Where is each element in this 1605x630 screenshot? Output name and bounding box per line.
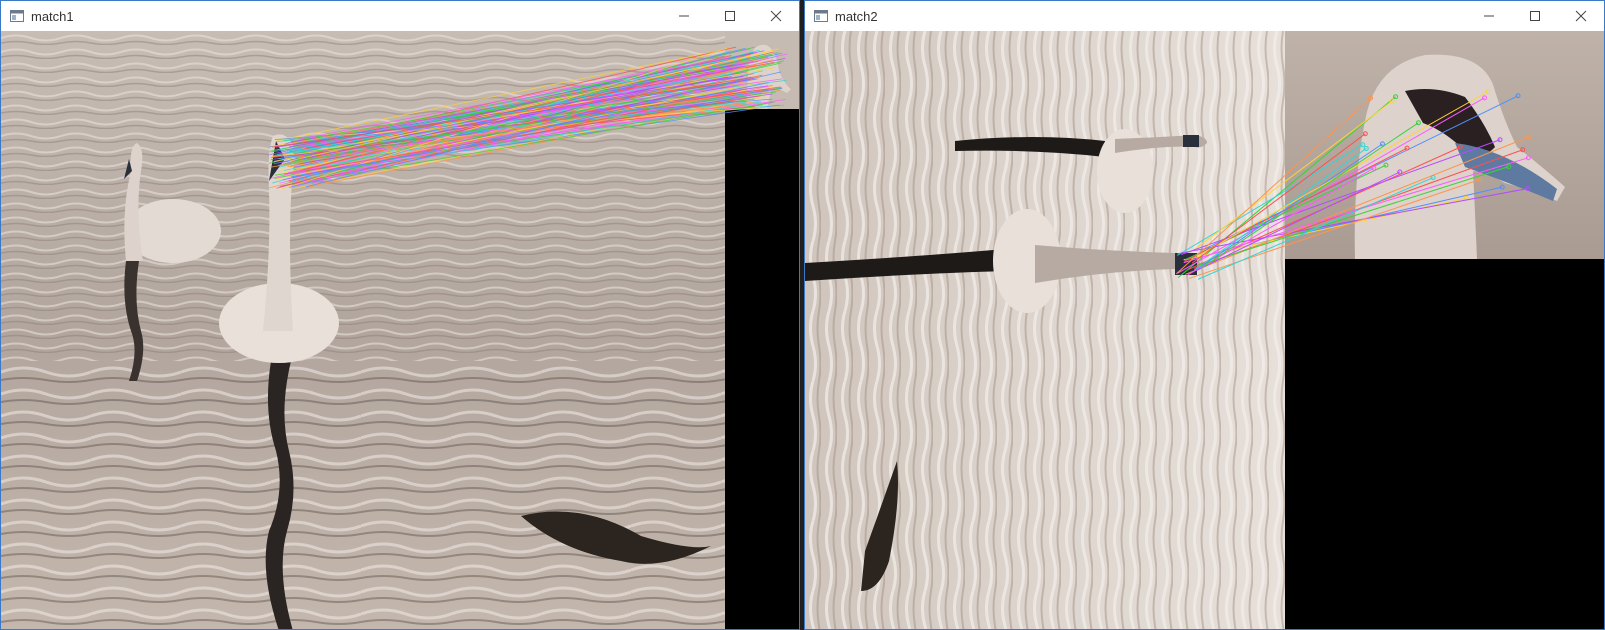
close-icon bbox=[1575, 10, 1587, 22]
black-padding bbox=[725, 109, 799, 629]
window-title: match1 bbox=[31, 8, 74, 24]
image-view bbox=[805, 31, 1604, 629]
close-button[interactable] bbox=[1558, 1, 1604, 31]
minimize-icon bbox=[1484, 15, 1494, 17]
window-match2: match2 bbox=[804, 0, 1605, 630]
match-image-2 bbox=[805, 31, 1604, 629]
image-view bbox=[1, 31, 799, 629]
window-match1: match1 bbox=[0, 0, 800, 630]
maximize-button[interactable] bbox=[707, 1, 753, 31]
maximize-icon bbox=[725, 11, 735, 21]
minimize-button[interactable] bbox=[661, 1, 707, 31]
window-title: match2 bbox=[835, 8, 878, 24]
title-bar[interactable]: match1 bbox=[1, 1, 799, 31]
minimize-icon bbox=[679, 15, 689, 17]
title-bar[interactable]: match2 bbox=[805, 1, 1604, 31]
app-icon bbox=[9, 8, 25, 24]
close-button[interactable] bbox=[753, 1, 799, 31]
close-icon bbox=[770, 10, 782, 22]
maximize-button[interactable] bbox=[1512, 1, 1558, 31]
minimize-button[interactable] bbox=[1466, 1, 1512, 31]
app-icon bbox=[813, 8, 829, 24]
match-image-1 bbox=[1, 31, 799, 629]
maximize-icon bbox=[1530, 11, 1540, 21]
